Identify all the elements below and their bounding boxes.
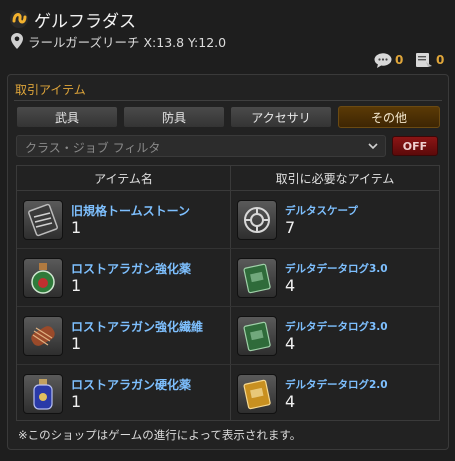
npc-vendor-icon [10, 10, 28, 28]
required-item-name[interactable]: デルタスケープ [285, 203, 358, 218]
item-cell: ロストアラガン硬化薬 1 [17, 365, 230, 422]
tomestone-icon [23, 200, 63, 240]
potion-icon [23, 258, 63, 298]
location-pin-icon [11, 33, 23, 49]
required-quantity: 7 [285, 218, 296, 237]
item-quantity: 1 [71, 276, 82, 295]
panel-divider [14, 100, 442, 101]
chat-counter[interactable]: 0 [374, 52, 403, 68]
green-book-icon [237, 316, 277, 356]
blue-potion-icon [23, 374, 63, 414]
table-row[interactable]: 旧規格トームストーン 1 デルタスケープ 7 [17, 191, 439, 249]
table-header: アイテム名 取引に必要なアイテム [17, 166, 439, 191]
tab-weapons[interactable]: 武具 [16, 106, 118, 128]
panel-title: 取引アイテム [15, 83, 86, 97]
quest-count: 0 [436, 53, 445, 67]
chevron-down-icon [368, 143, 378, 150]
item-name[interactable]: ロストアラガン強化繊維 [71, 318, 203, 335]
trade-items-panel: 取引アイテム 武具 防具 アクセサリ その他 クラス・ジョブ フィルタ OFF … [7, 74, 449, 450]
item-name[interactable]: ロストアラガン硬化薬 [71, 376, 191, 393]
required-quantity: 4 [285, 392, 296, 411]
column-header-item: アイテム名 [94, 172, 153, 186]
filter-toggle-button[interactable]: OFF [392, 136, 438, 156]
window-header: ゲルフラダス ラールガーズリーチ X:13.8 Y:12.0 0 0 [0, 0, 455, 72]
category-tabs: 武具 防具 アクセサリ その他 [16, 106, 440, 128]
quest-document-icon [416, 53, 432, 67]
table-row[interactable]: ロストアラガン強化薬 1 デルタデータログ3.0 4 [17, 249, 439, 307]
chat-bubble-icon [374, 52, 392, 68]
npc-name: ゲルフラダス [34, 12, 136, 32]
required-quantity: 4 [285, 334, 296, 353]
tab-accessories[interactable]: アクセサリ [230, 106, 332, 128]
required-cell: デルタデータログ3.0 4 [231, 249, 439, 306]
column-header-required: 取引に必要なアイテム [275, 172, 395, 186]
table-row[interactable]: ロストアラガン強化繊維 1 デルタデータログ3.0 4 [17, 307, 439, 365]
fiber-icon [23, 316, 63, 356]
item-quantity: 1 [71, 392, 82, 411]
filter-placeholder: クラス・ジョブ フィルタ [25, 141, 161, 155]
shop-note: ※このショップはゲームの進行によって表示されます。 [18, 428, 302, 442]
required-item-name[interactable]: デルタデータログ3.0 [285, 261, 388, 276]
item-cell: 旧規格トームストーン 1 [17, 191, 230, 248]
chat-count: 0 [395, 53, 404, 67]
gold-book-icon [237, 374, 277, 414]
required-cell: デルタデータログ3.0 4 [231, 307, 439, 364]
item-cell: ロストアラガン強化繊維 1 [17, 307, 230, 364]
class-job-filter-select[interactable]: クラス・ジョブ フィルタ [16, 135, 386, 157]
required-quantity: 4 [285, 276, 296, 295]
green-book-icon [237, 258, 277, 298]
table-row[interactable]: ロストアラガン硬化薬 1 デルタデータログ2.0 4 [17, 365, 439, 422]
item-quantity: 1 [71, 334, 82, 353]
item-name[interactable]: ロストアラガン強化薬 [71, 260, 191, 277]
item-quantity: 1 [71, 218, 82, 237]
trade-table: アイテム名 取引に必要なアイテム 旧規格トームストーン 1 デルタスケープ 7 … [16, 165, 440, 421]
item-name[interactable]: 旧規格トームストーン [71, 202, 190, 219]
required-cell: デルタスケープ 7 [231, 191, 439, 248]
tab-other[interactable]: その他 [338, 106, 440, 128]
location-text: ラールガーズリーチ X:13.8 Y:12.0 [28, 35, 227, 50]
required-item-name[interactable]: デルタデータログ2.0 [285, 377, 388, 392]
required-cell: デルタデータログ2.0 4 [231, 365, 439, 422]
tab-armor[interactable]: 防具 [123, 106, 225, 128]
quest-counter[interactable]: 0 [415, 52, 444, 68]
item-cell: ロストアラガン強化薬 1 [17, 249, 230, 306]
required-item-name[interactable]: デルタデータログ3.0 [285, 319, 388, 334]
deltascape-icon [237, 200, 277, 240]
